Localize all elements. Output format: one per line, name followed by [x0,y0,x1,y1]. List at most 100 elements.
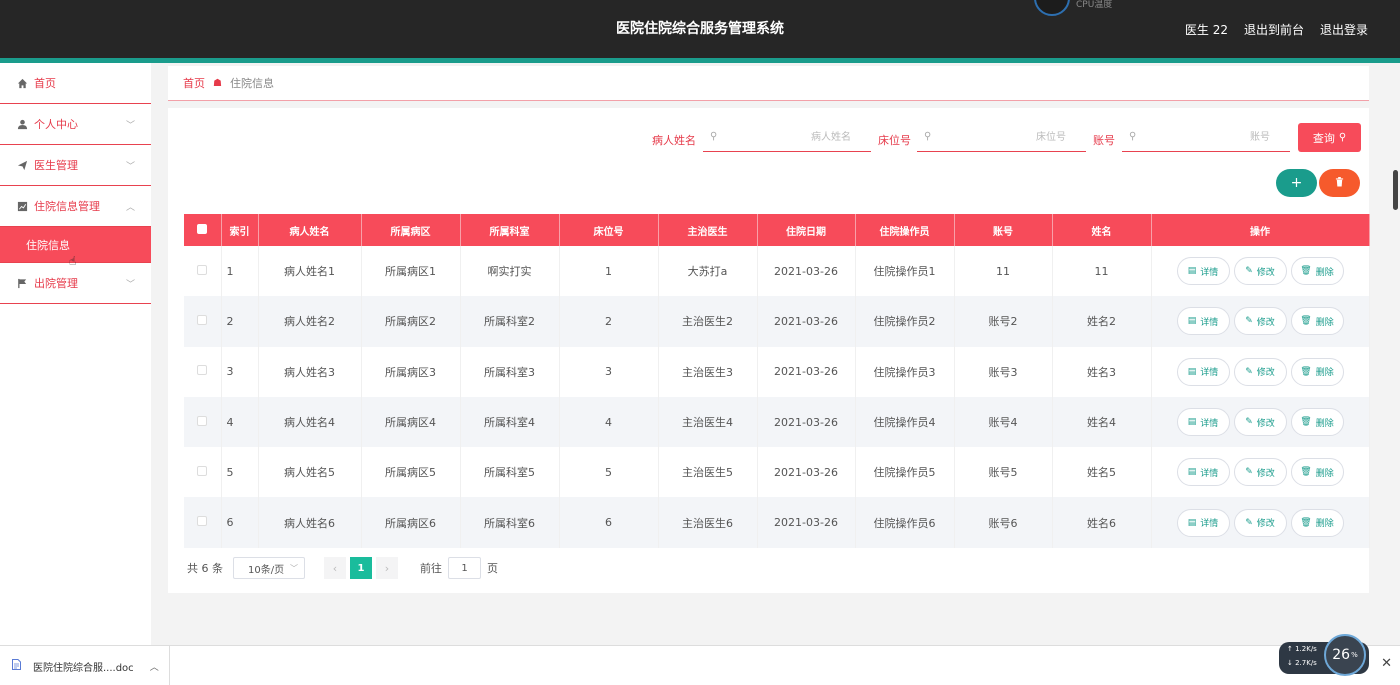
row-checkbox[interactable] [197,465,208,476]
sidebar-item-label: 个人中心 [34,118,78,131]
delete-button[interactable]: 🗑 删除 [1290,458,1344,487]
delete-button[interactable]: 🗑 删除 [1290,357,1344,386]
table-cell: 主治医生4 [658,396,758,448]
detail-button[interactable]: ▤ 详情 [1176,458,1230,487]
table-cell: 所属科室4 [460,396,560,448]
table-cell: 6 [559,497,659,548]
edit-button[interactable]: ✎ 修改 [1233,357,1287,386]
delete-button[interactable]: 🗑 删除 [1290,508,1344,537]
row-checkbox[interactable] [197,516,208,527]
sidebar: 首页 个人中心 ﹀ 医生管理 ﹀ 住院信息管理 ︿ 住院信息 出院管理 ﹀ [0,63,151,645]
table-cell: 病人姓名3 [258,346,362,397]
delete-button[interactable]: 🗑 删除 [1290,257,1344,286]
query-button[interactable]: 查询 ⚲ [1298,123,1361,152]
close-icon[interactable]: ✕ [1381,656,1392,671]
table-cell: 姓名3 [1052,346,1152,397]
sidebar-item-discharge-management[interactable]: 出院管理 ﹀ [0,263,151,304]
detail-button[interactable]: ▤ 详情 [1176,508,1230,537]
column-header: 所属病区 [361,214,461,246]
sidebar-item-personal-center[interactable]: 个人中心 ﹀ [0,104,151,145]
column-header: 床位号 [559,214,659,246]
column-header: 姓名 [1052,214,1152,246]
next-page-button[interactable]: › [376,557,398,579]
prev-page-button[interactable]: ‹ [324,557,346,579]
table-cell: 姓名2 [1052,296,1152,347]
table-row: 4 病人姓名4 所属病区4 所属科室4 4 主治医生4 2021-03-26 住院操作员4 账号… [184,396,1370,448]
table-cell: 3 [559,346,659,397]
logout-link[interactable]: 退出登录 [1320,21,1368,38]
cpu-usage-value: 26 [1332,647,1351,663]
exit-to-front-link[interactable]: 退出到前台 [1244,21,1304,38]
table-cell: 住院操作员5 [855,447,955,498]
download-item[interactable]: 医院住院综合服....doc ︿ [0,646,170,685]
detail-button[interactable]: ▤ 详情 [1176,307,1230,336]
table-cell: 2021-03-26 [757,246,856,297]
row-actions-cell: ▤ 详情 ✎ 修改 🗑 删除 [1151,447,1370,498]
edit-button[interactable]: ✎ 修改 [1233,408,1287,437]
detail-button[interactable]: ▤ 详情 [1176,408,1230,437]
row-actions-cell: ▤ 详情 ✎ 修改 🗑 删除 [1151,396,1370,448]
chevron-up-icon[interactable]: ︿ [150,660,159,673]
breadcrumb-home[interactable]: 首页 [183,75,205,91]
edit-label: 修改 [1256,317,1275,328]
row-checkbox[interactable] [197,314,208,325]
column-header: 病人姓名 [258,214,362,246]
page-number-button[interactable]: 1 [350,557,372,579]
download-speed-value: 2.7 [1295,659,1307,667]
add-button[interactable]: + [1276,169,1317,197]
select-all-cell [184,214,222,246]
top-header: CPU温度 医院住院综合服务管理系统 医生 22 退出到前台 退出登录 [0,0,1400,58]
detail-button[interactable]: ▤ 详情 [1176,357,1230,386]
sidebar-item-home[interactable]: 首页 [0,63,151,104]
page-size-value: 10条/页 [248,564,285,576]
edit-button[interactable]: ✎ 修改 [1233,307,1287,336]
table-cell: 病人姓名6 [258,497,362,548]
total-count: 共 6 条 [187,562,223,575]
edit-button[interactable]: ✎ 修改 [1233,458,1287,487]
patient-name-input[interactable] [703,124,871,151]
account-input[interactable] [1122,124,1290,151]
sidebar-item-inpatient-management[interactable]: 住院信息管理 ︿ [0,186,151,227]
pagination: 共 6 条 10条/页 ﹀ ‹ 1 › 前往 页 [187,557,498,579]
row-checkbox[interactable] [197,415,208,426]
document-icon: ▤ [1187,266,1197,277]
row-actions-cell: ▤ 详情 ✎ 修改 🗑 删除 [1151,346,1370,397]
row-select-cell [184,346,222,397]
table-cell: 1 [221,246,259,297]
current-user[interactable]: 医生 22 [1185,21,1228,38]
row-checkbox[interactable] [197,264,208,275]
delete-label: 删除 [1315,368,1334,379]
pencil-icon: ✎ [1245,467,1253,478]
edit-button[interactable]: ✎ 修改 [1233,257,1287,286]
table-cell: 主治医生6 [658,497,758,548]
table-cell: 所属科室5 [460,447,560,498]
download-bar: 医院住院综合服....doc ︿ ✕ [0,645,1400,685]
goto-page-input[interactable] [448,557,481,579]
table-cell: 主治医生5 [658,447,758,498]
scrollbar-thumb[interactable] [1393,170,1398,210]
cpu-usage-ring: 26% [1324,634,1366,676]
delete-button[interactable]: 🗑 删除 [1290,408,1344,437]
column-header: 索引 [221,214,259,246]
scrollbar[interactable] [1392,63,1400,645]
patient-name-field: ⚲ [703,124,871,152]
flag-icon [16,277,28,289]
row-checkbox[interactable] [197,365,208,376]
table-cell: 5 [559,447,659,498]
sidebar-item-label: 首页 [34,77,56,90]
sidebar-item-doctor-management[interactable]: 医生管理 ﹀ [0,145,151,186]
detail-button[interactable]: ▤ 详情 [1176,257,1230,286]
edit-label: 修改 [1256,519,1275,530]
table-cell: 账号5 [954,447,1053,498]
delete-button[interactable]: 🗑 删除 [1290,307,1344,336]
edit-button[interactable]: ✎ 修改 [1233,508,1287,537]
table-cell: 大苏打a [658,246,758,297]
batch-delete-button[interactable] [1319,169,1360,197]
select-all-checkbox[interactable] [197,223,208,234]
document-icon: ▤ [1187,366,1197,377]
page-size-select[interactable]: 10条/页 ﹀ [233,557,305,579]
inpatient-table: 索引 病人姓名 所属病区 所属科室 床位号 主治医生 住院日期 住院操作员 账号… [184,214,1370,548]
bed-number-input[interactable] [917,124,1086,151]
table-row: 6 病人姓名6 所属病区6 所属科室6 6 主治医生6 2021-03-26 住院操作员6 账号… [184,497,1370,548]
detail-label: 详情 [1200,267,1219,278]
